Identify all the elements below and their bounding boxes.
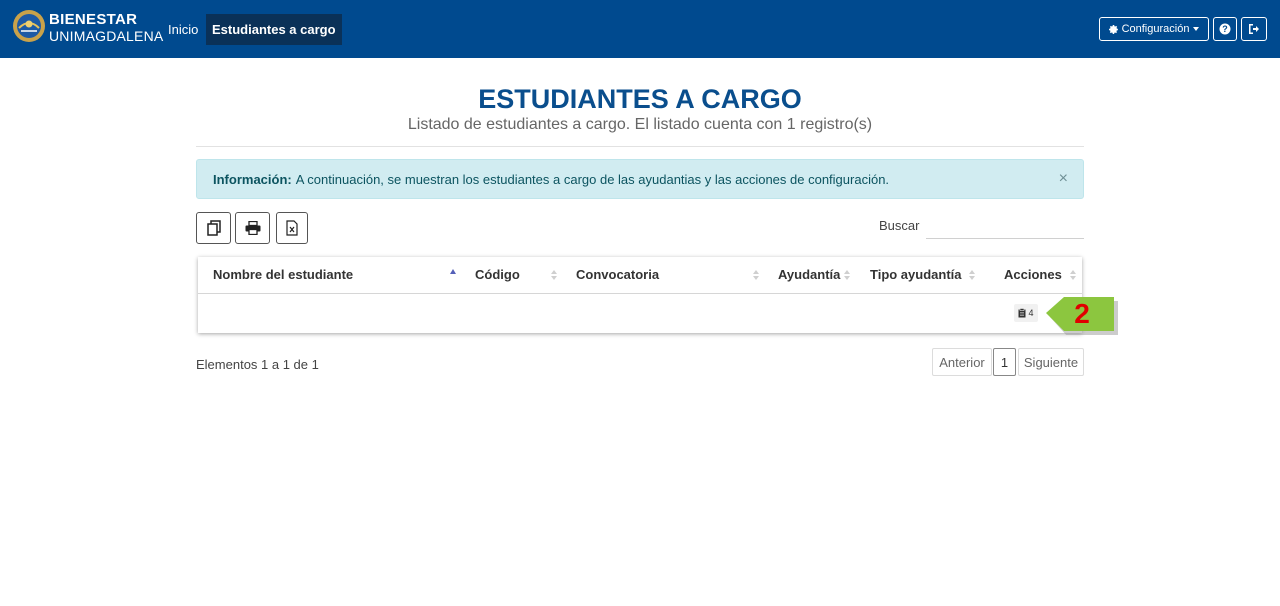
alert-text: A continuación, se muestran los estudian… <box>295 171 890 187</box>
brand-name: BIENESTAR <box>49 11 138 28</box>
column-header-convocatoria[interactable]: Convocatoria <box>576 257 659 293</box>
action-count: 4 <box>1028 308 1034 318</box>
pagination-info: Elementos 1 a 1 de 1 <box>196 357 319 372</box>
divider <box>196 146 1084 147</box>
sort-icon[interactable] <box>752 268 760 282</box>
gear-icon <box>1108 24 1118 34</box>
svg-text:?: ? <box>1222 24 1228 34</box>
students-table: Nombre del estudiante Código Convocatori… <box>198 257 1082 333</box>
university-seal-icon <box>13 10 45 42</box>
sort-icon[interactable] <box>843 268 851 282</box>
column-header-ayudantia[interactable]: Ayudantía <box>778 257 840 293</box>
configuracion-dropdown-button[interactable]: Configuración <box>1099 17 1209 41</box>
page-subtitle: Listado de estudiantes a cargo. El lista… <box>407 116 873 133</box>
column-header-tipo-ayudantia[interactable]: Tipo ayudantía <box>870 257 962 293</box>
brand[interactable]: BIENESTAR UNIMAGDALENA <box>12 9 163 49</box>
column-header-codigo[interactable]: Código <box>475 257 520 293</box>
search-label: Buscar <box>879 218 920 233</box>
column-header-nombre[interactable]: Nombre del estudiante <box>213 257 353 293</box>
search-input[interactable] <box>926 212 1084 239</box>
nav-inicio[interactable]: Inicio <box>162 14 204 45</box>
print-icon <box>245 221 260 235</box>
sort-asc-icon[interactable] <box>449 268 457 282</box>
info-alert: Información: A continuación, se muestran… <box>196 159 1084 199</box>
alert-close-button[interactable]: × <box>1059 170 1068 188</box>
alert-label: Información: <box>213 171 292 187</box>
help-button[interactable]: ? <box>1213 17 1237 41</box>
copy-icon <box>206 220 221 236</box>
sign-out-icon <box>1249 24 1259 34</box>
excel-icon <box>286 220 298 236</box>
caret-down-icon <box>1193 27 1200 31</box>
excel-export-button[interactable] <box>276 212 308 244</box>
clipboard-icon <box>1018 308 1026 318</box>
brand-subname: UNIMAGDALENA <box>49 28 164 44</box>
column-header-acciones[interactable]: Acciones <box>1004 257 1062 293</box>
pagination-page-1[interactable]: 1 <box>993 348 1016 376</box>
sort-icon[interactable] <box>968 268 976 282</box>
table-header-divider <box>198 293 1082 294</box>
step-number: 2 <box>1074 298 1090 329</box>
sort-icon[interactable] <box>550 268 558 282</box>
logout-button[interactable] <box>1241 17 1267 41</box>
nav-estudiantes-a-cargo[interactable]: Estudiantes a cargo <box>206 14 342 45</box>
configuracion-label: Configuración <box>1121 23 1190 35</box>
print-button[interactable] <box>235 212 270 244</box>
pagination-next-button[interactable]: Siguiente <box>1018 348 1084 376</box>
page-title: ESTUDIANTES A CARGO <box>478 84 802 114</box>
pagination-prev-button[interactable]: Anterior <box>932 348 992 376</box>
students-action-button[interactable]: 4 <box>1014 304 1038 322</box>
navbar: BIENESTAR UNIMAGDALENA Inicio Estudiante… <box>0 0 1280 58</box>
copy-button[interactable] <box>196 212 231 244</box>
sort-icon[interactable] <box>1069 268 1077 282</box>
question-circle-icon: ? <box>1219 23 1231 35</box>
